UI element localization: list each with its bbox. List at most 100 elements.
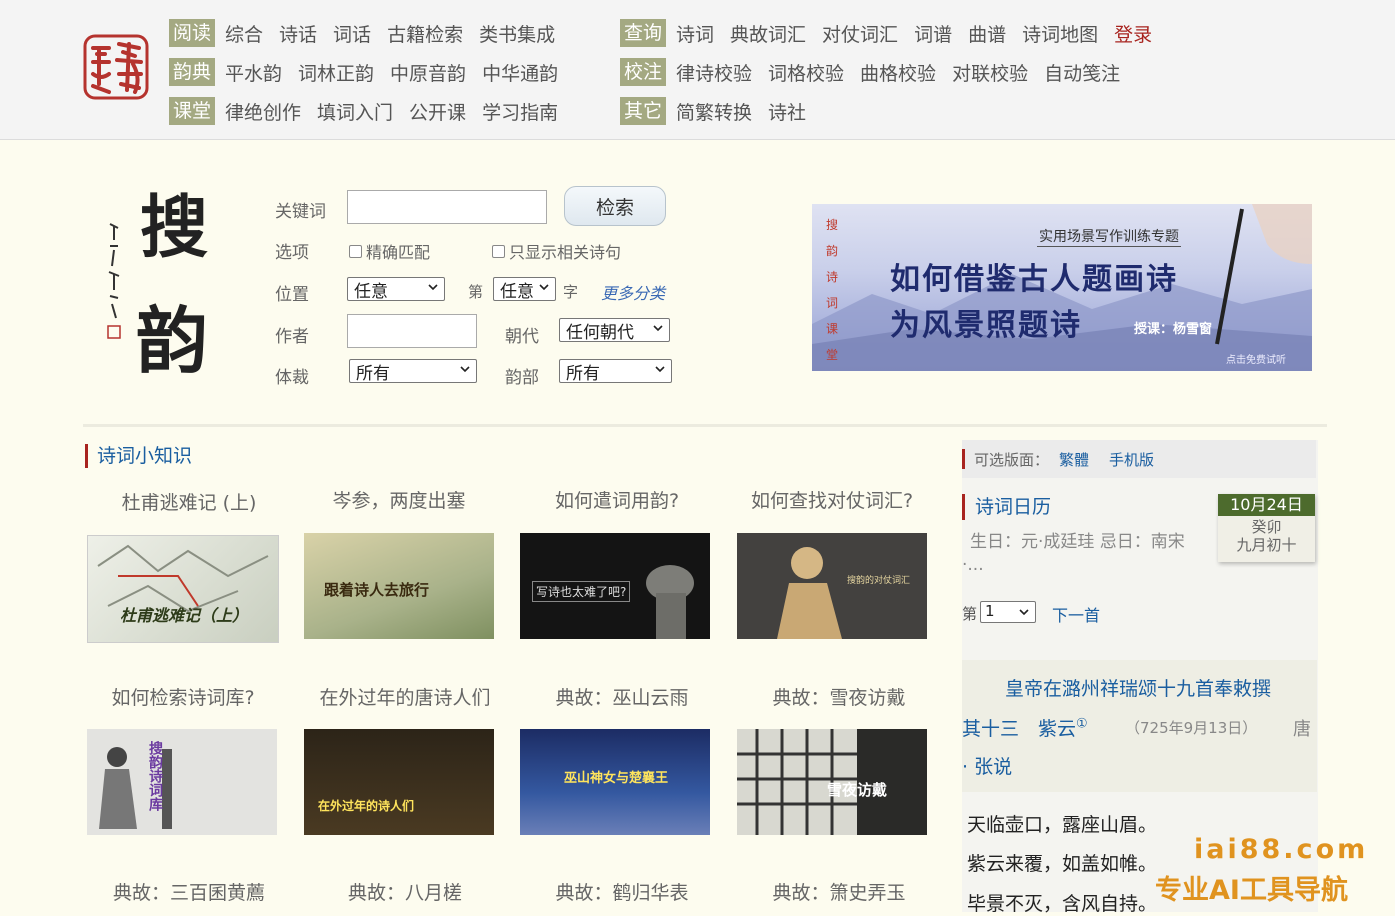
position-select[interactable]: 任意 [347, 277, 445, 302]
nav-row-check: 校注 律诗校验 词格校验 曲格校验 对联校验 自动笺注 [620, 57, 1136, 87]
rhyme-label: 韵部 [505, 368, 539, 388]
nav-link-convert[interactable]: 简繁转换 [676, 98, 752, 125]
nav-row-read: 阅读 综合 诗话 词话 古籍检索 类书集成 [169, 18, 571, 48]
author-label: 作者 [275, 327, 309, 347]
knowledge-caption[interactable]: 在外过年的唐诗人们 [310, 683, 500, 710]
nav-link-pingshui[interactable]: 平水韵 [225, 59, 282, 86]
login-link[interactable]: 登录 [1114, 20, 1152, 47]
nav-link-auto-annotate[interactable]: 自动笺注 [1044, 59, 1120, 86]
nav-link-quge-check[interactable]: 曲格校验 [860, 59, 936, 86]
chevron-down-icon [539, 284, 549, 291]
knowledge-caption[interactable]: 典故：鹤归华表 [527, 878, 717, 905]
knowledge-caption[interactable]: 典故：八月槎 [310, 878, 500, 905]
mobile-version-link[interactable]: 手机版 [1109, 449, 1154, 470]
nav-link-tianci[interactable]: 填词入门 [317, 98, 393, 125]
knowledge-caption[interactable]: 典故：巫山云雨 [527, 683, 717, 710]
poem-subtitle-text[interactable]: 其十三 紫云 [962, 718, 1076, 740]
knowledge-caption[interactable]: 岑参，两度出塞 [304, 486, 494, 513]
nav-link-guide[interactable]: 学习指南 [482, 98, 558, 125]
chevron-down-icon [655, 366, 665, 373]
banner-try-link[interactable]: 点击免费试听 [1226, 351, 1286, 366]
knowledge-section-title: 诗词小知识 [85, 444, 192, 468]
traditional-version-link[interactable]: 繁體 [1059, 449, 1089, 470]
nav-link-cilin[interactable]: 词林正韵 [298, 59, 374, 86]
scholar-illustration [777, 547, 842, 639]
knowledge-caption[interactable]: 如何查找对仗词汇? [737, 486, 927, 513]
rhyme-select[interactable]: 所有 [559, 359, 672, 384]
nav-link-duizhang[interactable]: 对仗词汇 [822, 20, 898, 47]
knowledge-caption[interactable]: 典故：三百囷黄薦 [94, 878, 284, 905]
genre-select[interactable]: 所有 [349, 359, 477, 384]
search-button[interactable]: 检索 [564, 186, 666, 226]
knowledge-thumbnail[interactable]: 跟着诗人去旅行 [304, 533, 494, 639]
poem-title-link[interactable]: 皇帝在潞州祥瑞颂十九首奉敕撰 [1005, 674, 1271, 701]
knowledge-thumbnail[interactable]: 搜韵诗词库 [87, 729, 277, 835]
nav-link-qupu[interactable]: 曲谱 [968, 20, 1006, 47]
nav-link-lvjue[interactable]: 律绝创作 [225, 98, 301, 125]
thumbnail-title: 巫山神女与楚襄王 [564, 771, 669, 786]
nav-link-shihua[interactable]: 诗话 [279, 20, 317, 47]
nav-tag-check: 校注 [620, 58, 667, 86]
nav-link-allusion[interactable]: 典故词汇 [730, 20, 806, 47]
knowledge-caption[interactable]: 如何遣词用韵? [522, 486, 712, 513]
chevron-down-icon [428, 284, 438, 291]
thumbnail-title: 在外过年的诗人们 [318, 799, 415, 813]
nav-link-general[interactable]: 综合 [225, 20, 263, 47]
nav-link-leishu[interactable]: 类书集成 [479, 20, 555, 47]
exact-match-checkbox[interactable] [349, 244, 362, 258]
thumbnail-title: 杜甫逃难记（上） [120, 606, 249, 625]
poem-note-marker[interactable]: ① [1076, 717, 1088, 732]
nav-link-cige-check[interactable]: 词格校验 [768, 59, 844, 86]
knowledge-thumbnail[interactable]: 在外过年的诗人们 [304, 729, 494, 835]
chevron-down-icon [1019, 609, 1029, 616]
poem-dynasty: 唐 [1293, 719, 1311, 740]
knowledge-caption[interactable]: 如何检索诗词库? [88, 683, 278, 710]
next-poem-link[interactable]: 下一首 [1052, 602, 1100, 626]
nav-link-zhonghua[interactable]: 中华通韵 [482, 59, 558, 86]
nth-select[interactable]: 任意 [493, 277, 556, 302]
souyun-seal-logo[interactable] [83, 34, 149, 100]
nav-link-zhongyuan[interactable]: 中原音韵 [390, 59, 466, 86]
related-only-option[interactable]: 只显示相关诗句 [492, 239, 621, 263]
keyword-label: 关键词 [275, 202, 326, 222]
related-only-checkbox[interactable] [492, 244, 505, 258]
nav-link-open-class[interactable]: 公开课 [409, 98, 466, 125]
knowledge-caption[interactable]: 杜甫逃难记 (上) [94, 488, 284, 515]
calendar-info-more: ·... [962, 555, 984, 575]
calendar-info: 生日：元·成廷珪 忌日：南宋 ·... [962, 527, 1215, 574]
knowledge-thumbnail[interactable]: 写诗也太难了吧? [520, 533, 710, 639]
poem-date: （725年9月13日） [1125, 719, 1258, 737]
nav-link-lvshi-check[interactable]: 律诗校验 [676, 59, 752, 86]
keyword-input[interactable] [347, 190, 547, 224]
more-categories-link[interactable]: 更多分类 [601, 280, 665, 304]
author-input[interactable] [347, 314, 477, 348]
knowledge-thumbnail[interactable]: 雪夜访戴 [737, 729, 927, 835]
nav-link-ancient-search[interactable]: 古籍检索 [387, 20, 463, 47]
nth-label: 第 [468, 283, 484, 301]
nav-link-poetry-club[interactable]: 诗社 [768, 98, 806, 125]
knowledge-thumbnail[interactable]: 巫山神女与楚襄王 [520, 729, 710, 835]
exact-match-label: 精确匹配 [366, 243, 431, 262]
poem-author-link[interactable]: · 张说 [962, 752, 1012, 779]
exact-match-option[interactable]: 精确匹配 [349, 239, 430, 263]
nav-link-cipu[interactable]: 词谱 [914, 20, 952, 47]
nav-tag-other: 其它 [620, 97, 667, 125]
version-label: 可选版面： [974, 450, 1050, 469]
knowledge-thumbnail[interactable]: 杜甫逃难记（上） [87, 535, 279, 643]
nav-link-poem-map[interactable]: 诗词地图 [1022, 20, 1098, 47]
position-select-value: 任意 [354, 281, 388, 302]
nav-link-poems[interactable]: 诗词 [676, 20, 714, 47]
nav-link-cihua[interactable]: 词话 [333, 20, 371, 47]
genre-select-value: 所有 [356, 363, 390, 384]
course-banner[interactable]: 搜韵诗词课堂 实用场景写作训练专题 如何借鉴古人题画诗 为风景照题诗 授课：杨雪… [812, 204, 1312, 371]
knowledge-caption[interactable]: 典故：箫史弄玉 [744, 878, 934, 905]
thumbnail-title: 写诗也太难了吧? [532, 581, 631, 602]
chevron-down-icon [460, 366, 470, 373]
knowledge-caption[interactable]: 典故：雪夜访戴 [744, 683, 934, 710]
poem-number-select[interactable]: 1 [980, 601, 1036, 623]
knowledge-thumbnail[interactable]: 搜韵的对仗词汇 [737, 533, 927, 639]
calligraphy-char-sou: 搜 [140, 188, 209, 268]
nav-link-couplet-check[interactable]: 对联校验 [952, 59, 1028, 86]
calligraphy-inscription [107, 223, 121, 339]
dynasty-select[interactable]: 任何朝代 [559, 318, 670, 343]
